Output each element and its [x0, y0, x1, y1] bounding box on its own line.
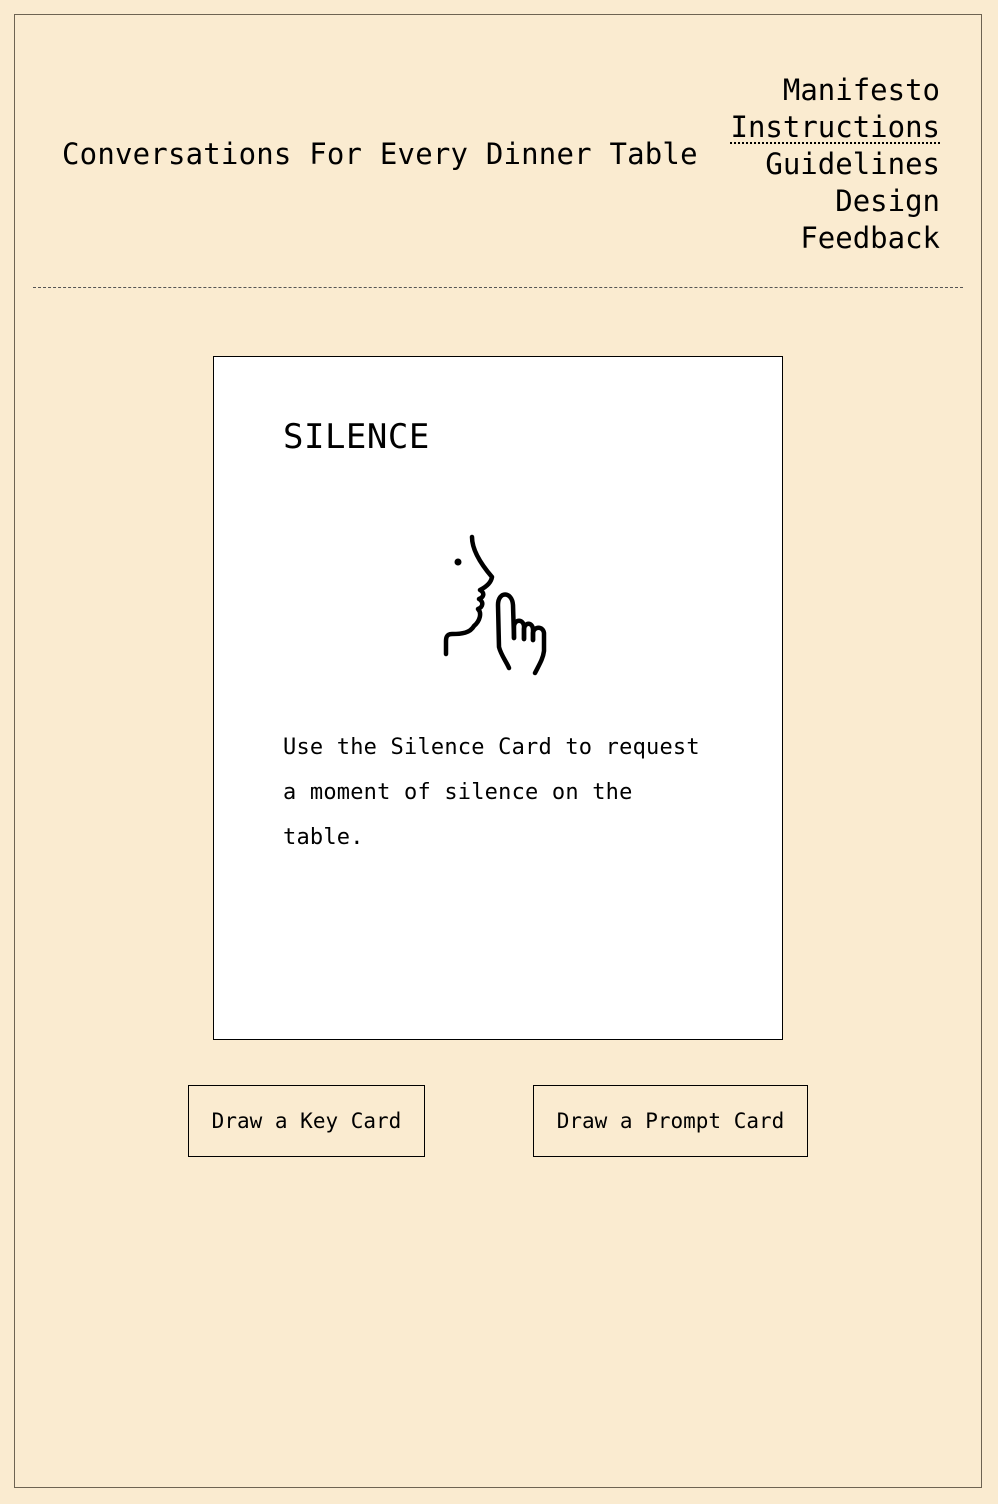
nav-link-manifesto[interactable]: Manifesto: [730, 72, 940, 109]
nav-link-instructions[interactable]: Instructions: [730, 109, 940, 146]
site-title: Conversations For Every Dinner Table: [62, 137, 698, 171]
nav-link-design[interactable]: Design: [730, 183, 940, 220]
nav-link-feedback[interactable]: Feedback: [730, 220, 940, 257]
silence-shush-icon: [443, 534, 547, 676]
draw-key-card-button[interactable]: Draw a Key Card: [188, 1085, 425, 1157]
draw-prompt-card-button[interactable]: Draw a Prompt Card: [533, 1085, 808, 1157]
card-title: SILENCE: [283, 417, 430, 457]
main-nav: Manifesto Instructions Guidelines Design…: [730, 72, 940, 257]
card-description: Use the Silence Card to request a moment…: [283, 735, 700, 850]
header-divider: [33, 287, 963, 288]
nav-link-guidelines[interactable]: Guidelines: [730, 146, 940, 183]
silence-card: SILENCE Use the Silence Card to request …: [213, 356, 783, 1040]
